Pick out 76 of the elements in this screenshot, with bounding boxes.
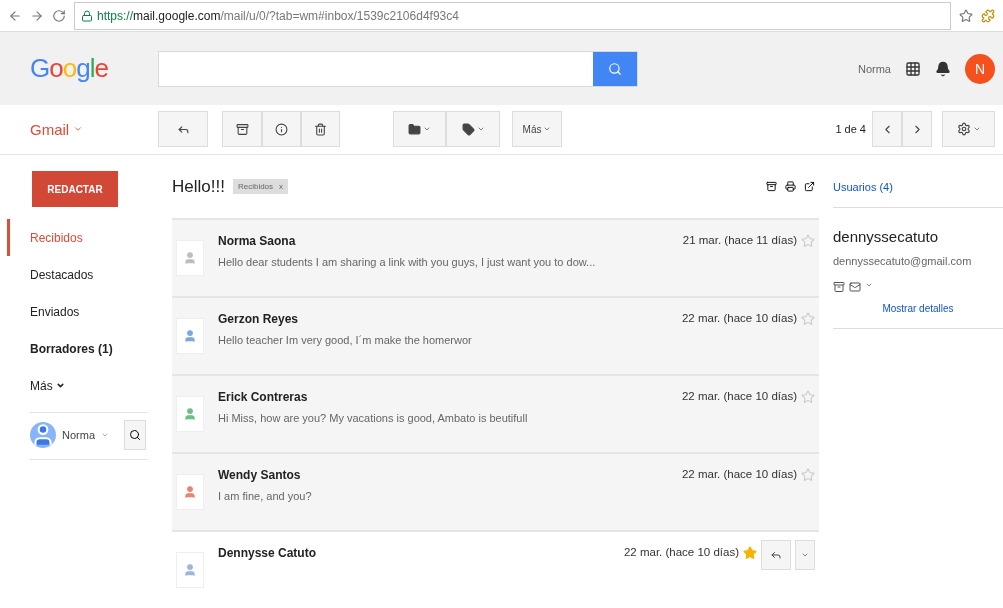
caret-icon [55,381,65,390]
contact-name: dennyssecatuto [833,228,940,245]
page-counter: 1 de 4 [835,123,866,136]
bell-icon[interactable] [935,60,951,77]
nav-item[interactable]: Más [7,367,158,404]
folder-icon [408,122,421,136]
chat-user[interactable]: Norma [62,429,95,441]
reply-icon [770,549,782,561]
message-date: 22 mar. (hace 10 días) [681,390,797,402]
message-row[interactable]: Wendy Santos I am fine, and you? 22 mar. (hace 10 días) [172,452,819,530]
search-icon [608,61,622,76]
reply-button[interactable] [761,540,791,570]
message-snippet: I am fine, and you? [218,490,313,502]
message-date: 21 mar. (hace 11 días) [682,234,797,246]
details-link[interactable]: Mostrar detalles [833,303,1003,329]
app-menu[interactable]: Gmail [30,120,158,138]
compose-button[interactable]: REDACTAR [32,171,118,207]
star-icon[interactable] [801,234,815,248]
message-date: 22 mar. (hace 10 días) [681,468,797,480]
mail-icon[interactable] [849,281,861,293]
archive-icon [235,122,249,136]
nav-item[interactable]: Recibidos [7,219,158,256]
reload-icon[interactable] [52,8,66,23]
sender-name: Norma Saona [218,234,297,248]
search-field[interactable] [158,50,638,87]
lock-icon [81,9,93,22]
thread-subject: Hello!!! [172,176,225,197]
sender-name: Gerzon Reyes [218,312,300,326]
spam-button[interactable] [262,111,301,148]
star-icon[interactable] [959,8,973,23]
search-button[interactable] [593,51,637,86]
message-row[interactable]: Erick Contreras Hi Miss, how are you? My vacations is good, Ambato is beutifull 22 mar. (hace 10 días) [172,374,819,452]
move-button[interactable] [393,111,446,148]
info-icon [275,122,288,136]
message-date: 22 mar. (hace 10 días) [681,312,797,324]
star-icon[interactable] [801,468,815,482]
archive-button[interactable] [222,111,262,148]
user-name[interactable]: Norma [858,62,891,75]
message-snippet: Hello teacher Im very good, I´m make the homerwor [218,334,473,346]
trash-icon [314,122,327,136]
message-snippet: Hello dear students I am sharing a link with you guys, I just want you to dow... [218,256,597,268]
contact-email: dennyssecatuto@gmail.com [833,255,973,267]
message-row[interactable]: Norma Saona Hello dear students I am sharing a link with you guys, I just want you to dow... 21 mar. (hace 11 días) [172,218,819,296]
puzzle-icon[interactable] [981,8,995,23]
sender-name: Dennysse Catuto [218,546,318,560]
star-icon[interactable] [743,546,757,560]
back-icon[interactable] [8,8,22,23]
caret-icon[interactable] [865,281,873,289]
label-chip[interactable]: Recibidos x [232,179,289,194]
caret-icon [801,551,809,559]
nav-item[interactable]: Borradores (1) [7,330,158,367]
more-button[interactable]: Más [512,111,562,148]
new-window-icon[interactable] [804,181,815,192]
address-bar[interactable]: https://mail.google.com/mail/u/0/?tab=wm#inbox/1539c2106d4f93c4 [74,1,951,30]
print-icon[interactable] [785,181,796,192]
sender-name: Wendy Santos [218,468,302,482]
nav-item[interactable]: Destacados [7,256,158,293]
people-heading[interactable]: Usuarios (4) [833,181,1003,208]
star-icon[interactable] [801,312,815,326]
sender-name: Erick Contreras [218,390,309,404]
caret-icon[interactable] [101,431,109,439]
nav-item[interactable]: Enviados [7,293,158,330]
tag-icon [461,122,475,136]
settings-icon [956,122,971,137]
apps-icon[interactable] [905,60,921,77]
message-snippet: Hi Miss, how are you? My vacations is good, Ambato is beutifull [218,412,529,424]
settings-button[interactable] [942,111,995,148]
message-date: 22 mar. (hace 10 días) [623,546,739,558]
chat-search-button[interactable] [124,420,146,450]
chat-avatar[interactable] [30,422,56,448]
message-row[interactable]: Gerzon Reyes Hello teacher Im very good, I´m make the homerwor 22 mar. (hace 10 días) [172,296,819,374]
forward-icon[interactable] [30,8,44,23]
star-icon[interactable] [801,390,815,404]
label-button[interactable] [446,111,500,148]
delete-button[interactable] [301,111,340,148]
search-icon [129,429,141,441]
